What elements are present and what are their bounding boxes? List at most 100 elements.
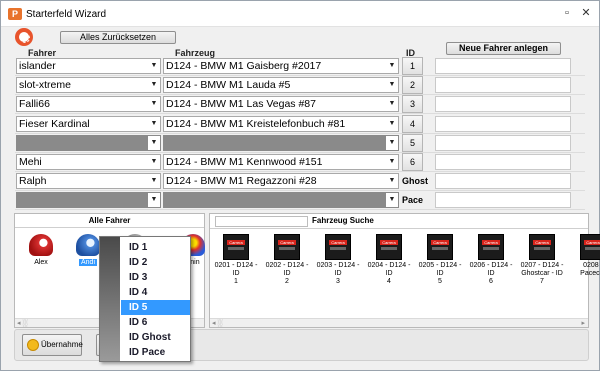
- car-label-line2: 2: [285, 278, 289, 285]
- chevron-down-icon[interactable]: ▼: [148, 174, 160, 188]
- driver-value: islander: [19, 60, 56, 72]
- vehicle-search-input[interactable]: [215, 216, 308, 227]
- driver-note-field[interactable]: [435, 154, 571, 170]
- chevron-down-icon[interactable]: ▼: [386, 97, 398, 111]
- row-divider: [15, 209, 585, 210]
- accept-button[interactable]: Übernahme: [22, 334, 83, 356]
- vehicles-scrollbar[interactable]: ◂ ░ ▸: [210, 318, 588, 327]
- car-tile[interactable]: Carrera 0202 - D124 - ID 2: [264, 234, 310, 286]
- menu-item-id[interactable]: ID 3: [127, 270, 187, 285]
- driver-select[interactable]: Mehi ▼: [16, 154, 161, 170]
- id-label[interactable]: Pace: [402, 192, 423, 208]
- close-icon[interactable]: ✕: [579, 6, 593, 20]
- id-context-menu: ID 1 ID 2 ID 3 ID 4 ID 5 ID 6 ID Ghost ID Pace: [99, 236, 191, 362]
- menu-item-id[interactable]: ID 1: [127, 240, 187, 255]
- brand-logo: Carrera: [227, 240, 245, 245]
- chevron-down-icon[interactable]: ▼: [386, 174, 398, 188]
- id-button[interactable]: 2: [402, 76, 423, 94]
- driver-note-field[interactable]: [435, 192, 571, 208]
- lifebuoy-icon: [15, 28, 33, 46]
- vehicle-select[interactable]: D124 - BMW M1 Kreistelefonbuch #81 ▼: [163, 116, 399, 132]
- car-tile[interactable]: Carrera 0207 - D124 - Ghostcar - ID 7: [519, 234, 565, 286]
- chevron-down-icon[interactable]: ▼: [148, 78, 160, 92]
- driver-note-field[interactable]: [435, 77, 571, 93]
- car-label-line2: 6: [489, 278, 493, 285]
- chevron-down-icon[interactable]: ▼: [386, 136, 398, 150]
- car-thumbnail: Carrera: [580, 234, 600, 260]
- driver-tile[interactable]: Alex: [19, 234, 63, 266]
- row-divider: [15, 190, 585, 191]
- vehicle-select[interactable]: ▼: [163, 135, 399, 151]
- car-tile[interactable]: Carrera 0203 - D124 - ID 3: [315, 234, 361, 286]
- vehicle-select[interactable]: D124 - BMW M1 Las Vegas #87 ▼: [163, 96, 399, 112]
- vehicle-select[interactable]: D124 - BMW M1 Regazzoni #28 ▼: [163, 173, 399, 189]
- driver-note-field[interactable]: [435, 135, 571, 151]
- chevron-down-icon[interactable]: ▼: [386, 59, 398, 73]
- id-button[interactable]: 5: [402, 134, 423, 152]
- menu-item-id[interactable]: ID 4: [127, 285, 187, 300]
- id-button[interactable]: 1: [402, 57, 423, 75]
- menu-icon-strip: [100, 237, 120, 361]
- brand-logo: Carrera: [380, 240, 398, 245]
- app-icon: P: [8, 8, 22, 20]
- car-tile[interactable]: Carrera 0205 - D124 - ID 5: [417, 234, 463, 286]
- chevron-down-icon[interactable]: ▼: [148, 97, 160, 111]
- id-button[interactable]: 3: [402, 95, 423, 113]
- driver-note-field[interactable]: [435, 96, 571, 112]
- title-bar: P Starterfeld Wizard ▫ ✕: [1, 1, 599, 27]
- driver-select[interactable]: ▼: [16, 192, 161, 208]
- menu-item-id[interactable]: ID Pace: [127, 345, 187, 360]
- driver-note-field[interactable]: [435, 116, 571, 132]
- chevron-down-icon[interactable]: ▼: [148, 59, 160, 73]
- vehicle-select[interactable]: ▼: [163, 192, 399, 208]
- car-tile[interactable]: Carrera 0204 - D124 - ID 4: [366, 234, 412, 286]
- restore-icon[interactable]: ▫: [560, 6, 574, 20]
- window-title: Starterfeld Wizard: [26, 9, 107, 20]
- brand-logo: Carrera: [278, 240, 296, 245]
- car-tile[interactable]: Carrera 0208 -Pacecar: [570, 234, 600, 278]
- car-tile[interactable]: Carrera 0206 - D124 - ID 6: [468, 234, 514, 286]
- chevron-down-icon[interactable]: ▼: [386, 193, 398, 207]
- menu-item-id[interactable]: ID 5: [121, 300, 190, 315]
- menu-item-id[interactable]: ID 6: [127, 315, 187, 330]
- vehicle-select[interactable]: D124 - BMW M1 Lauda #5 ▼: [163, 77, 399, 93]
- chevron-down-icon[interactable]: ▼: [386, 155, 398, 169]
- chevron-down-icon[interactable]: ▼: [148, 117, 160, 131]
- chevron-down-icon[interactable]: ▼: [386, 117, 398, 131]
- car-label-line1: 0205 - D124 - ID: [418, 262, 462, 277]
- id-button[interactable]: 6: [402, 153, 423, 171]
- chevron-down-icon[interactable]: ▼: [386, 78, 398, 92]
- driver-value: Fieser Kardinal: [19, 118, 90, 130]
- menu-item-id[interactable]: ID Ghost: [127, 330, 187, 345]
- driver-select[interactable]: Ralph ▼: [16, 173, 161, 189]
- driver-select[interactable]: islander ▼: [16, 58, 161, 74]
- car-thumbnail: Carrera: [427, 234, 453, 260]
- car-thumbnail: Carrera: [478, 234, 504, 260]
- driver-select[interactable]: slot-xtreme ▼: [16, 77, 161, 93]
- car-thumbnail: Carrera: [529, 234, 555, 260]
- helmet-icon: [76, 234, 100, 256]
- vehicle-select[interactable]: D124 - BMW M1 Gaisberg #2017 ▼: [163, 58, 399, 74]
- car-label-line2: Pacecar: [580, 270, 600, 277]
- reset-all-button[interactable]: Alles Zurücksetzen: [60, 31, 176, 44]
- new-driver-button[interactable]: Neue Fahrer anlegen: [446, 42, 561, 55]
- driver-select[interactable]: Falli66 ▼: [16, 96, 161, 112]
- row-divider: [15, 113, 585, 114]
- menu-item-id[interactable]: ID 2: [127, 255, 187, 270]
- helmet-icon: [29, 234, 53, 256]
- id-button[interactable]: 4: [402, 115, 423, 133]
- driver-note-field[interactable]: [435, 173, 571, 189]
- car-tile[interactable]: Carrera 0201 - D124 - ID 1: [213, 234, 259, 286]
- chevron-down-icon[interactable]: ▼: [148, 155, 160, 169]
- chevron-down-icon[interactable]: ▼: [148, 136, 160, 150]
- car-thumbnail: Carrera: [376, 234, 402, 260]
- id-label[interactable]: Ghost: [402, 173, 428, 189]
- car-label-line1: 0207 - D124 -: [520, 262, 564, 269]
- driver-select[interactable]: Fieser Kardinal ▼: [16, 116, 161, 132]
- wizard-window: P Starterfeld Wizard ▫ ✕ Alles Zurückset…: [0, 0, 600, 371]
- vehicle-select[interactable]: D124 - BMW M1 Kennwood #151 ▼: [163, 154, 399, 170]
- driver-note-field[interactable]: [435, 58, 571, 74]
- car-label-line2: 4: [387, 278, 391, 285]
- driver-select[interactable]: ▼: [16, 135, 161, 151]
- chevron-down-icon[interactable]: ▼: [148, 193, 160, 207]
